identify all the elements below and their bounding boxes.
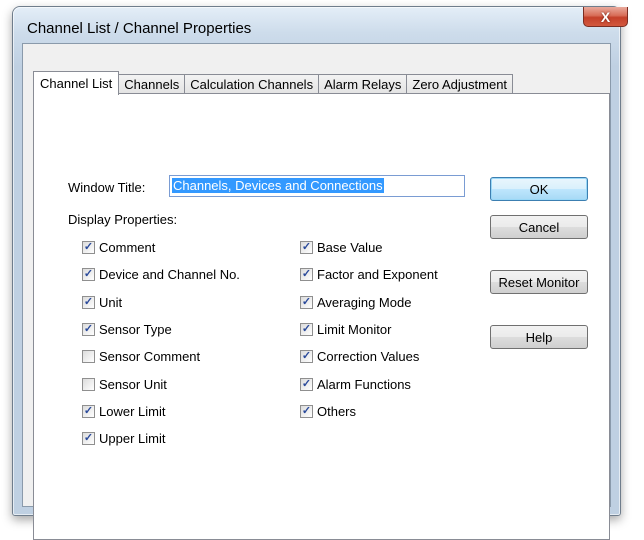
tab-alarm-relays[interactable]: Alarm Relays bbox=[318, 74, 408, 94]
checkbox-upper-limit[interactable]: ✓ Upper Limit bbox=[82, 431, 165, 446]
tab-channels[interactable]: Channels bbox=[118, 74, 186, 94]
checkbox-comment[interactable]: ✓ Comment bbox=[82, 240, 155, 255]
checkbox-factor-and-exponent[interactable]: ✓ Factor and Exponent bbox=[300, 267, 438, 282]
checkmark-icon: ✓ bbox=[300, 295, 313, 309]
unchecked-box-icon bbox=[82, 377, 95, 391]
checkbox-device-and-channel-no[interactable]: ✓ Device and Channel No. bbox=[82, 267, 240, 282]
checkmark-icon: ✓ bbox=[300, 377, 313, 391]
checkbox-label: Sensor Unit bbox=[99, 376, 167, 392]
checkbox-label: Averaging Mode bbox=[317, 294, 412, 310]
checkbox-sensor-comment[interactable]: Sensor Comment bbox=[82, 349, 200, 364]
checkbox-label: Correction Values bbox=[317, 349, 420, 365]
tab-zero-adjustment[interactable]: Zero Adjustment bbox=[406, 74, 514, 94]
checkmark-icon: ✓ bbox=[82, 268, 95, 282]
checkmark-icon: ✓ bbox=[82, 404, 95, 418]
checkbox-unit[interactable]: ✓ Unit bbox=[82, 295, 122, 310]
display-properties-label: Display Properties: bbox=[68, 212, 178, 227]
checkbox-limit-monitor[interactable]: ✓ Limit Monitor bbox=[300, 322, 391, 337]
checkbox-label: Sensor Type bbox=[99, 321, 172, 337]
checkbox-label: Upper Limit bbox=[99, 431, 166, 447]
checkbox-label: Lower Limit bbox=[99, 403, 166, 419]
checkbox-base-value[interactable]: ✓ Base Value bbox=[300, 240, 383, 255]
tab-panel-channel-list: Window Title: Channels, Devices and Conn… bbox=[33, 93, 610, 540]
tab-calculation-channels[interactable]: Calculation Channels bbox=[184, 74, 320, 94]
checkmark-icon: ✓ bbox=[82, 241, 95, 254]
window-title: Channel List / Channel Properties bbox=[27, 20, 252, 37]
checkmark-icon: ✓ bbox=[300, 404, 313, 418]
window-title-input[interactable]: Channels, Devices and Connections bbox=[169, 175, 465, 197]
checkmark-icon: ✓ bbox=[300, 350, 313, 364]
checkbox-alarm-functions[interactable]: ✓ Alarm Functions bbox=[300, 377, 411, 392]
checkbox-others[interactable]: ✓ Others bbox=[300, 404, 356, 419]
tab-channel-list[interactable]: Channel List bbox=[33, 71, 120, 95]
checkmark-icon: ✓ bbox=[82, 322, 95, 336]
tab-strip: Channel List Channels Calculation Channe… bbox=[33, 71, 514, 95]
checkbox-label: Unit bbox=[99, 294, 123, 310]
checkmark-icon: ✓ bbox=[82, 295, 95, 309]
checkbox-averaging-mode[interactable]: ✓ Averaging Mode bbox=[300, 295, 411, 310]
ok-button[interactable]: OK bbox=[490, 177, 588, 201]
checkbox-label: Others bbox=[317, 403, 357, 419]
checkbox-label: Alarm Functions bbox=[317, 376, 411, 392]
unchecked-box-icon bbox=[82, 350, 95, 364]
checkbox-label: Factor and Exponent bbox=[317, 267, 438, 283]
dialog-window: Channel List / Channel Properties X Chan… bbox=[12, 6, 628, 540]
checkbox-correction-values[interactable]: ✓ Correction Values bbox=[300, 349, 419, 364]
checkbox-lower-limit[interactable]: ✓ Lower Limit bbox=[82, 404, 165, 419]
checkbox-sensor-unit[interactable]: Sensor Unit bbox=[82, 377, 167, 392]
checkbox-label: Comment bbox=[99, 240, 156, 255]
window-title-value: Channels, Devices and Connections bbox=[172, 178, 384, 193]
checkbox-sensor-type[interactable]: ✓ Sensor Type bbox=[82, 322, 172, 337]
checkbox-label: Device and Channel No. bbox=[99, 267, 240, 283]
checkmark-icon: ✓ bbox=[300, 322, 313, 336]
checkbox-label: Sensor Comment bbox=[99, 349, 201, 365]
checkbox-label: Limit Monitor bbox=[317, 321, 392, 337]
checkmark-icon: ✓ bbox=[82, 432, 95, 446]
help-button[interactable]: Help bbox=[490, 325, 588, 349]
reset-monitor-button[interactable]: Reset Monitor bbox=[490, 270, 588, 294]
close-button[interactable]: X bbox=[583, 7, 628, 27]
checkbox-label: Base Value bbox=[317, 240, 383, 255]
cancel-button[interactable]: Cancel bbox=[490, 215, 588, 239]
dialog-client-area: Channel List Channels Calculation Channe… bbox=[22, 43, 611, 540]
window-title-label: Window Title: bbox=[68, 180, 146, 195]
checkmark-icon: ✓ bbox=[300, 241, 313, 254]
close-icon: X bbox=[600, 8, 611, 25]
checkmark-icon: ✓ bbox=[300, 268, 313, 282]
